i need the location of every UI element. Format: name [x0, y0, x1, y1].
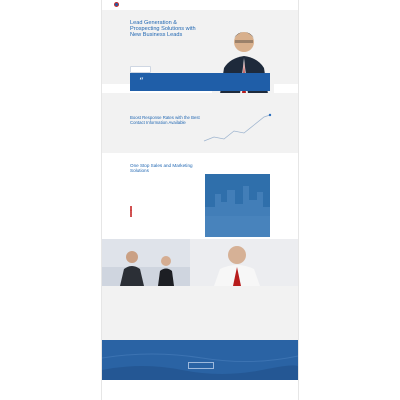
- response-rate-section: Boost Response Rates with the Best Conta…: [102, 93, 298, 153]
- bullet-icon: [130, 214, 132, 217]
- logo-icon: [114, 2, 119, 7]
- two-column-section: [102, 286, 298, 340]
- hero-title: Lead Generation & Prospecting Solutions …: [130, 20, 196, 39]
- footer: [102, 380, 298, 400]
- quote-icon: “: [139, 77, 144, 87]
- cta-banner: [102, 340, 298, 380]
- office-team-image: [102, 239, 298, 286]
- left-column: [130, 290, 200, 292]
- section2-title: Boost Response Rates with the Best Conta…: [130, 115, 200, 125]
- response-trend-illustration: [203, 113, 272, 142]
- cta-background-icon: [102, 340, 298, 380]
- solutions-list: [130, 206, 200, 217]
- cta-button[interactable]: [188, 362, 214, 369]
- trend-line: [203, 114, 271, 142]
- solutions-section: One Stop Sales and Marketing Solutions: [102, 153, 298, 239]
- team-photo: [102, 239, 298, 286]
- brand-logo[interactable]: [114, 2, 121, 7]
- landing-page: Lead Generation & Prospecting Solutions …: [102, 0, 298, 400]
- list-item: [130, 214, 200, 217]
- solutions-image: [205, 174, 270, 237]
- hero-button[interactable]: [130, 66, 151, 73]
- city-skyline-icon: [205, 174, 270, 237]
- quote-banner: “: [130, 73, 270, 91]
- section3-title: One Stop Sales and Marketing Solutions: [130, 163, 193, 174]
- right-column: [204, 290, 274, 292]
